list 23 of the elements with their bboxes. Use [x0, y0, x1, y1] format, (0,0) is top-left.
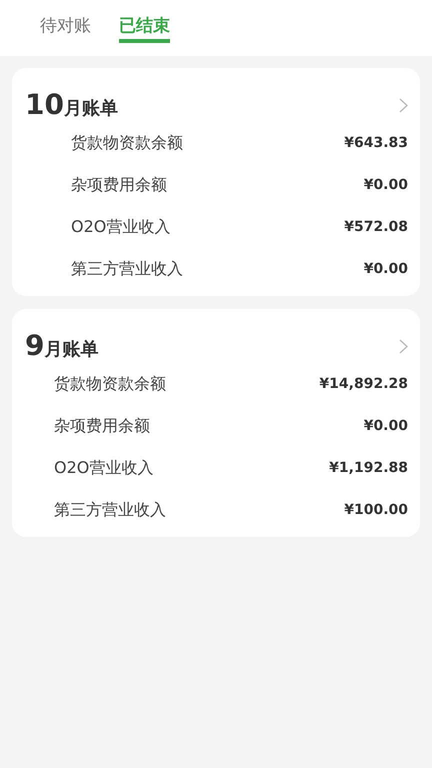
- item-label: 杂项费用余额: [54, 415, 150, 437]
- item-amount: ¥1,192.88: [329, 458, 408, 478]
- bill-title: 10月账单: [25, 88, 118, 122]
- item-amount: ¥14,892.28: [319, 374, 408, 394]
- item-amount: ¥0.00: [364, 176, 408, 194]
- bill-card[interactable]: 10月账单 货款物资款余额 ¥643.83 杂项费用余额 ¥0.00 O2O营业收入 ¥572.08 第三方营业收入 ¥0.00: [12, 68, 420, 296]
- item-label: O2O营业收入: [71, 216, 170, 238]
- item-label: 货款物资款余额: [54, 373, 166, 395]
- chevron-right-icon[interactable]: [399, 98, 408, 112]
- item-label: 杂项费用余额: [71, 174, 167, 196]
- item-label: O2O营业收入: [54, 457, 154, 479]
- chevron-right-icon[interactable]: [399, 338, 408, 354]
- item-amount: ¥100.00: [344, 500, 408, 520]
- item-amount: ¥0.00: [364, 260, 408, 278]
- item-amount: ¥643.83: [344, 134, 408, 152]
- item-label: 第三方营业收入: [71, 258, 183, 280]
- bill-card[interactable]: 9月账单 货款物资款余额 ¥14,892.28 杂项费用余额 ¥0.00 O2O营业收入 ¥1,192.88 第三方营业收入 ¥100.00: [12, 309, 420, 537]
- item-label: 第三方营业收入: [54, 499, 166, 521]
- item-amount: ¥0.00: [364, 416, 408, 436]
- bill-title: 9月账单: [25, 329, 98, 363]
- tab[interactable]: 待对账: [40, 14, 91, 43]
- item-amount: ¥572.08: [344, 218, 408, 236]
- item-label: 货款物资款余额: [71, 132, 183, 154]
